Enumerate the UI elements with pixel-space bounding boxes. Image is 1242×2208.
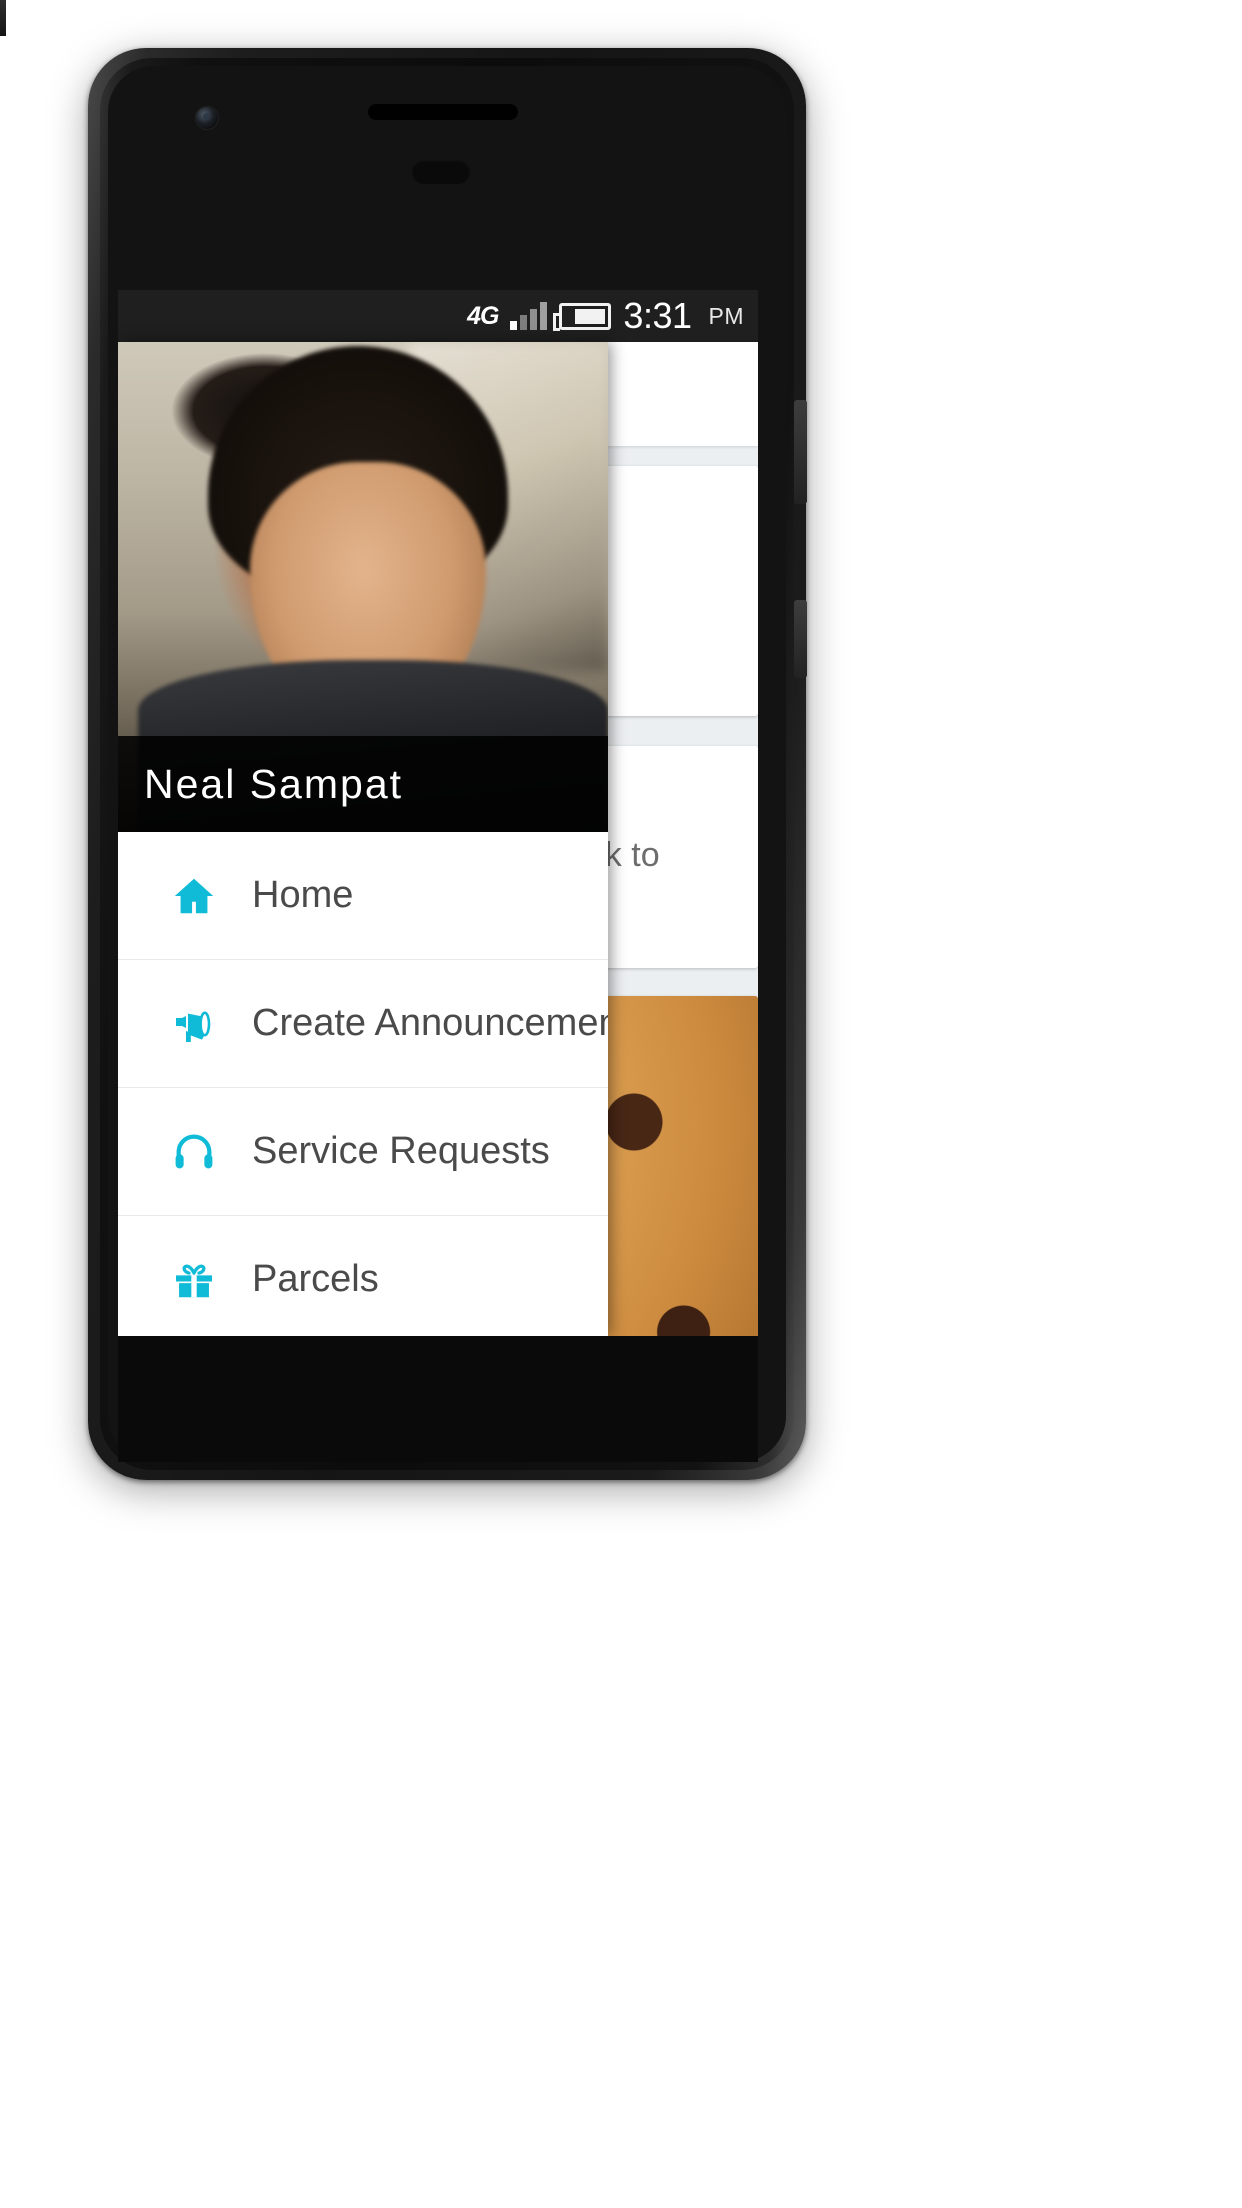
earpiece-speaker	[412, 160, 470, 184]
sidebar-item-parcels-label: Parcels	[252, 1258, 379, 1300]
status-bar: 4G 3:31 PM	[118, 290, 758, 342]
phone-top-slot	[368, 104, 518, 120]
sidebar-item-parcels[interactable]: Parcels	[118, 1216, 608, 1336]
sidebar-item-create-announcement-label: Create Announcement	[252, 1002, 608, 1044]
status-bar-time: 3:31	[623, 295, 692, 336]
drawer-profile-name-band: Neal Sampat	[118, 736, 608, 832]
phone-bottom-chin	[118, 1336, 758, 1462]
sidebar-item-home-label: Home	[252, 874, 354, 916]
network-type-label: 4G	[467, 301, 499, 330]
drawer-profile-name: Neal Sampat	[144, 760, 404, 807]
status-bar-meridiem: PM	[708, 302, 744, 329]
drawer-menu-list: Home Create Announcement Service Request…	[118, 832, 608, 1336]
front-camera-lens-icon	[203, 113, 210, 120]
sidebar-item-create-announcement[interactable]: Create Announcement	[118, 960, 608, 1088]
screenshot-root: 4G 3:31 PM Home Service Requests	[0, 0, 1242, 2208]
signal-bars-icon	[510, 302, 548, 330]
navigation-drawer[interactable]: Neal Sampat Home Create Announcement Ser…	[118, 342, 608, 1336]
volume-button[interactable]	[794, 400, 807, 504]
sidebar-item-service-requests-label: Service Requests	[252, 1130, 550, 1172]
megaphone-icon	[166, 1000, 222, 1048]
power-button[interactable]	[794, 600, 807, 678]
drawer-header: Neal Sampat	[118, 342, 608, 832]
battery-icon	[553, 302, 612, 331]
gift-box-icon	[166, 1257, 222, 1303]
sidebar-item-home[interactable]: Home	[118, 832, 608, 960]
home-icon	[166, 873, 222, 919]
headphones-icon	[166, 1129, 222, 1175]
left-side-button[interactable]	[0, 0, 6, 36]
phone-screen: 4G 3:31 PM Home Service Requests	[118, 290, 758, 1336]
sidebar-item-service-requests[interactable]: Service Requests	[118, 1088, 608, 1216]
